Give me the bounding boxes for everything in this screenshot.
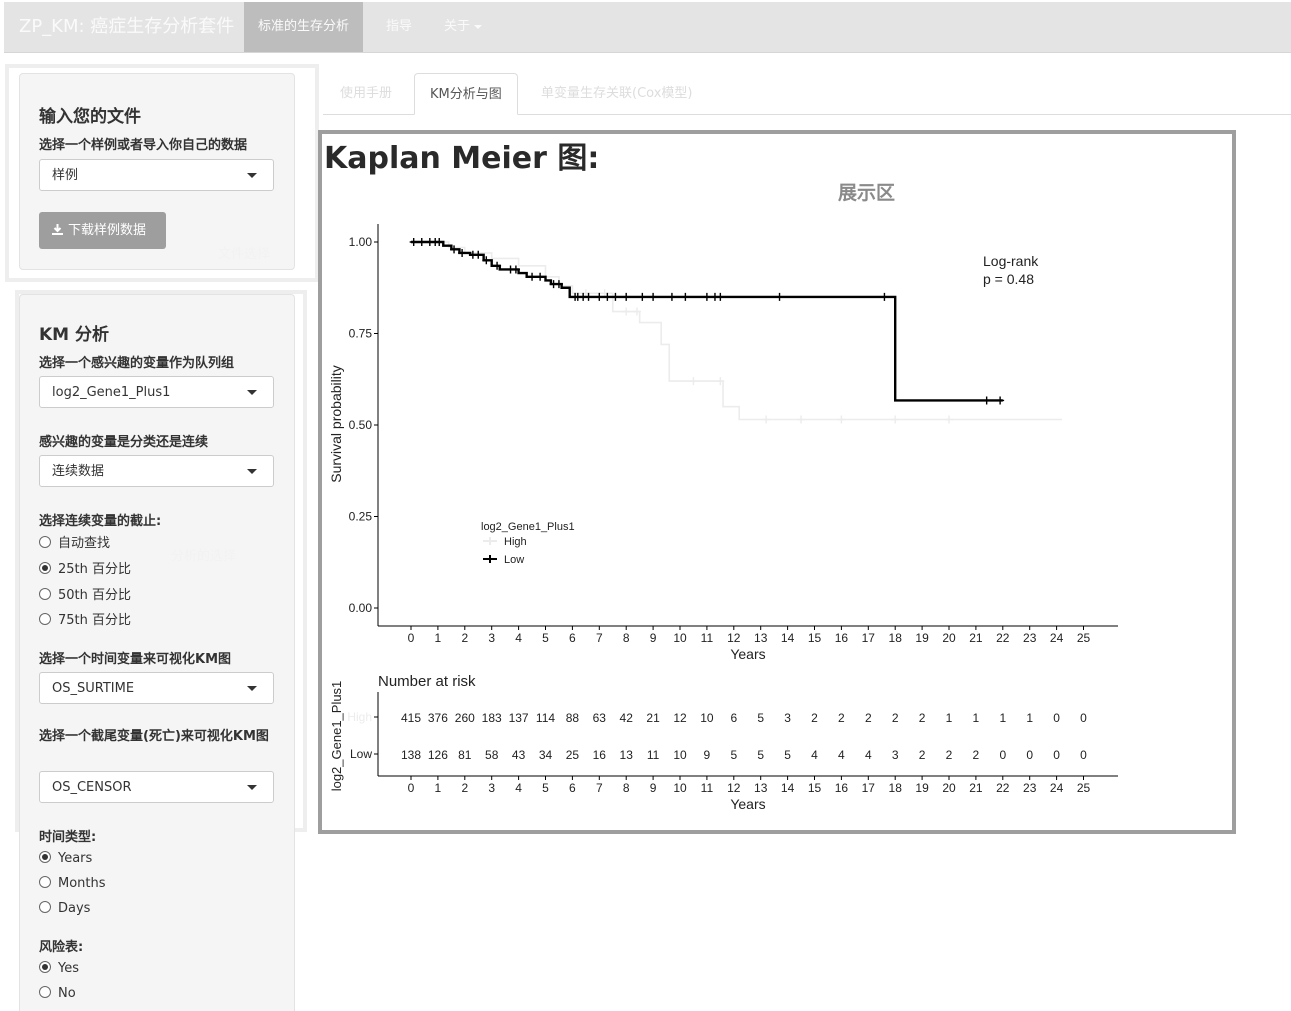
- nav-about[interactable]: 关于: [430, 2, 496, 52]
- variable-type-value: 连续数据: [52, 464, 105, 479]
- group-variable-label: 选择一个感兴趣的变量作为队列组: [39, 356, 235, 371]
- censor-variable-label: 选择一个截尾变量(死亡)来可视化KM图: [39, 729, 269, 744]
- cutoff-radio-label: 自动查找: [58, 536, 111, 551]
- radio-off-icon: [39, 613, 51, 625]
- time-type-radio-label: Months: [58, 876, 106, 891]
- radio-off-icon: [39, 901, 51, 913]
- tab-km-analysis[interactable]: KM分析与图: [414, 73, 518, 115]
- time-type-label: 时间类型:: [39, 830, 97, 845]
- analysis-choice-ghost-label: 分析的选择: [171, 549, 237, 564]
- censor-variable-select[interactable]: OS_CENSOR: [39, 771, 274, 803]
- risk-table-label: 风险表:: [39, 940, 84, 955]
- censor-variable-value: OS_CENSOR: [52, 780, 132, 795]
- download-sample-label: 下载样例数据: [68, 223, 147, 238]
- input-panel-title: 输入您的文件: [39, 107, 141, 127]
- radio-off-icon: [39, 536, 51, 548]
- nav-standard-survival[interactable]: 标准的生存分析: [244, 2, 364, 52]
- file-choice-ghost-label: 文件选择: [218, 247, 271, 262]
- chevron-down-icon: [247, 390, 257, 395]
- risk-table-radio-label: No: [58, 986, 76, 1001]
- caret-down-icon: [474, 24, 483, 29]
- risk-table-radio-no[interactable]: No: [39, 985, 76, 1003]
- display-zone-label: 展示区: [838, 182, 896, 204]
- plot-title: Kaplan Meier 图:: [324, 141, 600, 176]
- time-type-radio-months[interactable]: Months: [39, 875, 106, 893]
- radio-on-icon: [39, 562, 51, 574]
- time-type-radio-years[interactable]: Years: [39, 850, 92, 868]
- radio-off-icon: [39, 986, 51, 998]
- time-type-radio-label: Days: [58, 901, 91, 916]
- risk-table-radio-yes[interactable]: Yes: [39, 960, 79, 978]
- radio-off-icon: [39, 588, 51, 600]
- chevron-down-icon: [247, 469, 257, 474]
- download-icon: [52, 224, 63, 235]
- radio-on-icon: [39, 851, 51, 863]
- time-type-radio-days[interactable]: Days: [39, 900, 90, 918]
- group-variable-select[interactable]: log2_Gene1_Plus1: [39, 376, 274, 408]
- navbar: ZP_KM: 癌症生存分析套件 标准的生存分析 指导 关于: [4, 2, 1291, 53]
- cutoff-radio-label: 25th 百分比: [58, 562, 132, 577]
- time-variable-select[interactable]: OS_SURTIME: [39, 672, 274, 704]
- cutoff-label: 选择连续变量的截止:: [39, 514, 162, 529]
- tab-cox-model[interactable]: 单变量生存关联(Cox模型): [526, 73, 707, 114]
- chevron-down-icon: [247, 173, 257, 178]
- risk-table-radio-label: Yes: [58, 961, 79, 976]
- tab-manual[interactable]: 使用手册: [325, 73, 407, 114]
- nav-guide[interactable]: 指导: [372, 2, 426, 52]
- plot-frame: [318, 130, 1236, 834]
- app-brand[interactable]: ZP_KM: 癌症生存分析套件: [19, 2, 234, 52]
- download-sample-button[interactable]: 下载样例数据: [39, 212, 166, 249]
- cutoff-radio-75th[interactable]: 75th 百分比: [39, 612, 131, 630]
- dataset-select-label: 选择一个样例或者导入你自己的数据: [39, 138, 248, 153]
- radio-on-icon: [39, 961, 51, 973]
- dataset-select-value: 样例: [52, 168, 79, 183]
- km-panel-title: KM 分析: [39, 325, 110, 345]
- time-variable-label: 选择一个时间变量来可视化KM图: [39, 652, 232, 667]
- radio-off-icon: [39, 876, 51, 888]
- variable-type-select[interactable]: 连续数据: [39, 455, 274, 487]
- cutoff-radio-25th[interactable]: 25th 百分比: [39, 561, 131, 579]
- nav-about-label: 关于: [444, 19, 471, 34]
- dataset-select[interactable]: 样例: [39, 159, 274, 191]
- chevron-down-icon: [247, 686, 257, 691]
- cutoff-radio-50th[interactable]: 50th 百分比: [39, 587, 131, 605]
- time-type-radio-label: Years: [58, 851, 93, 866]
- variable-type-label: 感兴趣的变量是分类还是连续: [39, 435, 209, 450]
- chevron-down-icon: [247, 785, 257, 790]
- cutoff-radio-auto[interactable]: 自动查找: [39, 535, 110, 553]
- group-variable-value: log2_Gene1_Plus1: [52, 385, 171, 400]
- cutoff-radio-label: 75th 百分比: [58, 613, 132, 628]
- time-variable-value: OS_SURTIME: [52, 681, 135, 696]
- cutoff-radio-label: 50th 百分比: [58, 588, 132, 603]
